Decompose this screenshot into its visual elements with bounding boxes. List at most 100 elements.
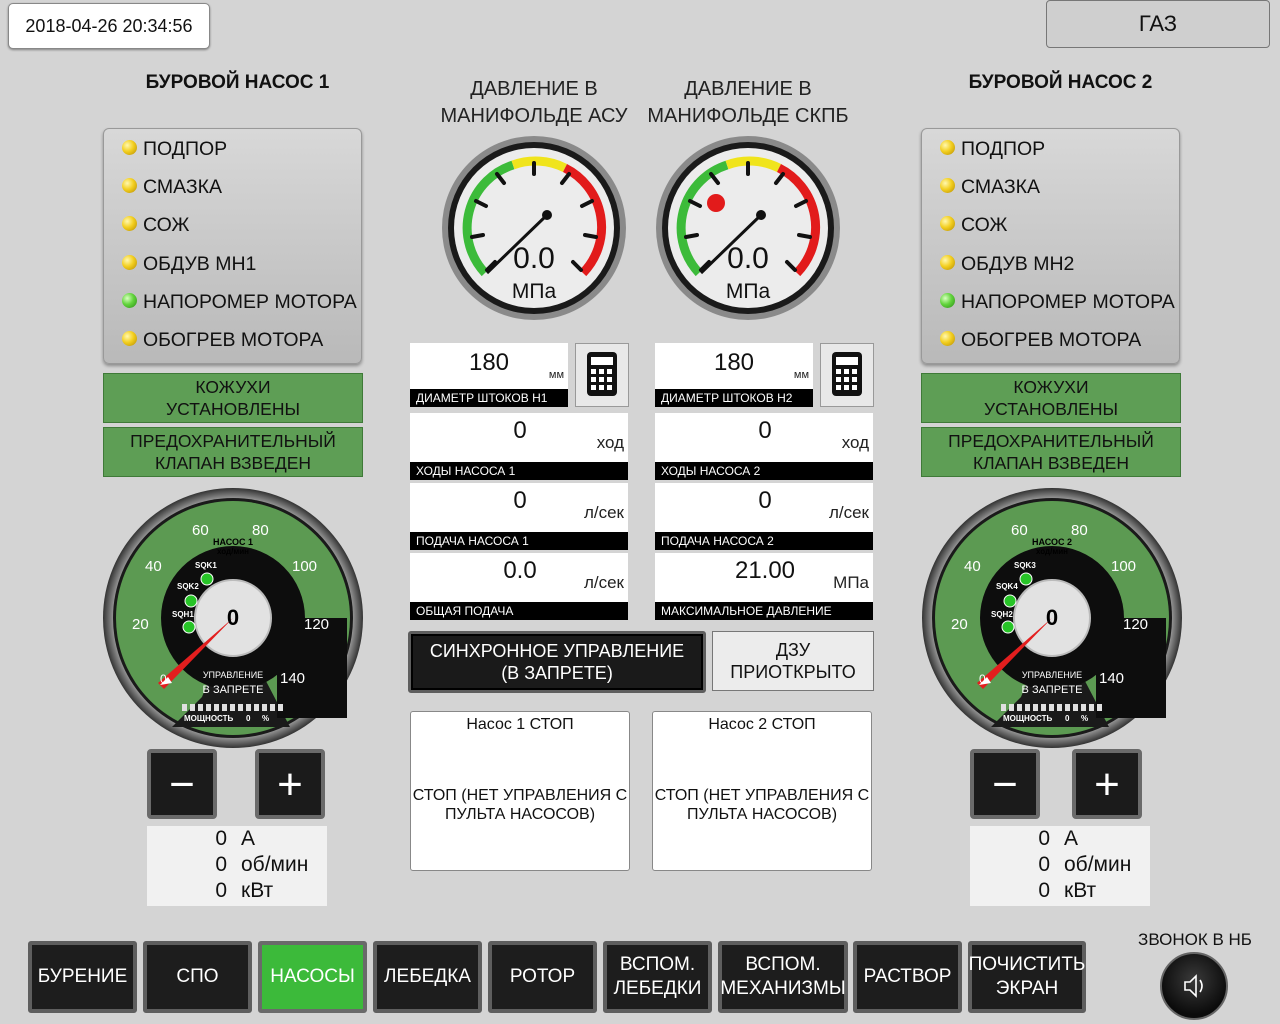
dial-tick-label: 120	[1123, 616, 1148, 633]
nav-drawworks[interactable]: ЛЕБЕДКА	[373, 941, 482, 1013]
dial-tick-label: 60	[1011, 522, 1028, 539]
dial-control-state: В ЗАПРЕТЕ	[1022, 684, 1083, 696]
status-led-icon	[940, 140, 955, 156]
pump2-title: БУРОВОЙ НАСОС 2	[968, 72, 1153, 93]
status-led-icon	[940, 331, 955, 347]
rpm-value: 0	[215, 853, 227, 876]
field-value: 21.00	[734, 557, 796, 584]
field-label: ПОДАЧА НАСОСА 2	[655, 532, 873, 550]
status-led-icon	[940, 216, 955, 232]
dial-tick-label: 40	[964, 558, 981, 575]
field-unit: ход	[596, 433, 624, 452]
calculator-1-button[interactable]	[575, 343, 629, 407]
status-led-icon	[122, 178, 137, 194]
sensor-label: SQK1	[195, 561, 217, 570]
pump1-title: БУРОВОЙ НАСОС 1	[145, 72, 330, 93]
field-value: 0	[758, 487, 772, 514]
nav-clear-screen[interactable]: ПОЧИСТИТЬ ЭКРАН	[968, 941, 1086, 1013]
dial-title: НАСОС 2	[1032, 537, 1072, 547]
power-unit: %	[1081, 714, 1088, 723]
dial-tick-label: 140	[280, 670, 305, 687]
pump2-minus-button[interactable]: −	[970, 749, 1040, 819]
dial-tick-label: 80	[252, 522, 269, 539]
sensor-led-icon	[200, 572, 214, 586]
sensor-label: SQH2	[991, 610, 1013, 619]
status-label: ОБОГРЕВ МОТОРА	[143, 329, 324, 351]
current-unit: А	[1064, 827, 1079, 850]
dzu-status-button[interactable]: ДЗУ ПРИОТКРЫТО	[712, 631, 874, 691]
gauge-skpb: 0.0 МПа	[656, 136, 840, 320]
dial-control-label: УПРАВЛЕНИЕ	[203, 670, 263, 680]
status-led-icon	[122, 293, 137, 309]
dial-value: 0	[1046, 605, 1058, 630]
nav-aux-mechanisms[interactable]: ВСПОМ. МЕХАНИЗМЫ	[718, 941, 848, 1013]
strokes-2-field: 0 ход ХОДЫ НАСОСА 2	[655, 413, 873, 480]
rod-diameter-1-field[interactable]: 180 мм ДИАМЕТР ШТОКОВ Н1	[410, 343, 568, 407]
nav-rotor[interactable]: РОТОР	[488, 941, 597, 1013]
max-pressure-field[interactable]: 21.00 МПа МАКСИМАЛЬНОЕ ДАВЛЕНИЕ	[655, 553, 873, 620]
total-flow-field: 0.0 л/сек ОБЩАЯ ПОДАЧА	[410, 553, 628, 620]
dial-value: 0	[227, 605, 239, 630]
sensor-label: SQK4	[996, 582, 1018, 591]
pump1-minus-button[interactable]: −	[147, 749, 217, 819]
calculator-2-button[interactable]	[820, 343, 874, 407]
flow-2-field: 0 л/сек ПОДАЧА НАСОСА 2	[655, 483, 873, 550]
pump2-stroke-dial: 0 НАСОС 2 ход/мин 20 40 60 80 100 120 14…	[922, 488, 1182, 748]
sync-control-button[interactable]: СИНХРОННОЕ УПРАВЛЕНИЕ (В ЗАПРЕТЕ)	[408, 631, 706, 693]
dial-tick-label: 100	[1111, 558, 1136, 575]
nav-aux-winches[interactable]: ВСПОМ. ЛЕБЕДКИ	[603, 941, 712, 1013]
power-label: МОЩНОСТЬ	[184, 714, 234, 723]
sensor-led-icon	[184, 594, 198, 608]
rod-diameter-2-field[interactable]: 180 мм ДИАМЕТР ШТОКОВ Н2	[655, 343, 813, 407]
stop-message: СТОП (НЕТ УПРАВЛЕНИЯ С ПУЛЬТА НАСОСОВ)	[654, 787, 870, 823]
status-label: НАПОРОМЕР МОТОРА	[143, 291, 357, 313]
status-led-icon	[122, 140, 137, 156]
field-unit: л/сек	[583, 573, 624, 592]
dial-control-label: УПРАВЛЕНИЕ	[1022, 670, 1082, 680]
status-led-icon	[940, 293, 955, 309]
bell-button[interactable]	[1160, 952, 1228, 1020]
field-unit: ход	[841, 433, 869, 452]
field-unit: мм	[793, 369, 809, 381]
field-unit: л/сек	[828, 503, 869, 522]
field-label: ХОДЫ НАСОСА 2	[655, 462, 873, 480]
current-unit: А	[241, 827, 256, 850]
flow-1-field: 0 л/сек ПОДАЧА НАСОСА 1	[410, 483, 628, 550]
rpm-value: 0	[1038, 853, 1050, 876]
field-label: ПОДАЧА НАСОСА 1	[410, 532, 628, 550]
pump1-readouts: 0А 0 об/мин 0 кВт	[147, 826, 327, 906]
sensor-label: SQK3	[1014, 561, 1036, 570]
status-label: ПОДПОР	[961, 138, 1046, 160]
field-value: 0.0	[503, 557, 537, 584]
pump1-plus-button[interactable]: +	[255, 749, 325, 819]
sensor-led-icon	[1001, 620, 1015, 634]
field-value: 180	[468, 349, 510, 376]
pump1-status-panel: ПОДПОР СМАЗКА СОЖ ОБДУВ МН1 НАПОРОМЕР МО…	[103, 128, 362, 364]
field-value: 0	[513, 417, 527, 444]
pump1-status-row: ОБОГРЕВ МОТОРА	[122, 325, 323, 355]
nav-drilling[interactable]: БУРЕНИЕ	[28, 941, 137, 1013]
nav-pumps[interactable]: НАСОСЫ	[258, 941, 367, 1013]
nav-mud[interactable]: РАСТВОР	[853, 941, 962, 1013]
nav-tripping[interactable]: СПО	[143, 941, 252, 1013]
pump2-status-row: ОБДУВ МН2	[940, 249, 1074, 279]
pump1-status-row: СОЖ	[122, 210, 189, 240]
field-label: ХОДЫ НАСОСА 1	[410, 462, 628, 480]
gas-button[interactable]: ГАЗ	[1046, 0, 1270, 48]
pump2-stop-panel: Насос 2 СТОП СТОП (НЕТ УПРАВЛЕНИЯ С ПУЛЬТ…	[652, 711, 872, 871]
dial-tick-label: 100	[292, 558, 317, 575]
pump1-status-row: ПОДПОР	[122, 134, 227, 164]
sensor-label: SQK2	[177, 582, 199, 591]
pump2-plus-button[interactable]: +	[1072, 749, 1142, 819]
pump1-status-row: НАПОРОМЕР МОТОРА	[122, 287, 357, 317]
sensor-led-icon	[1003, 594, 1017, 608]
status-label: СОЖ	[961, 214, 1008, 236]
status-led-icon	[122, 255, 137, 271]
pump2-status-row: ПОДПОР	[940, 134, 1045, 164]
dial-tick-label: 120	[304, 616, 329, 633]
datetime-display: 2018-04-26 20:34:56	[8, 3, 210, 49]
strokes-1-field: 0 ход ХОДЫ НАСОСА 1	[410, 413, 628, 480]
gauge-value: 0.0	[727, 242, 769, 275]
sensor-led-icon	[182, 620, 196, 634]
field-unit: МПа	[833, 573, 869, 592]
